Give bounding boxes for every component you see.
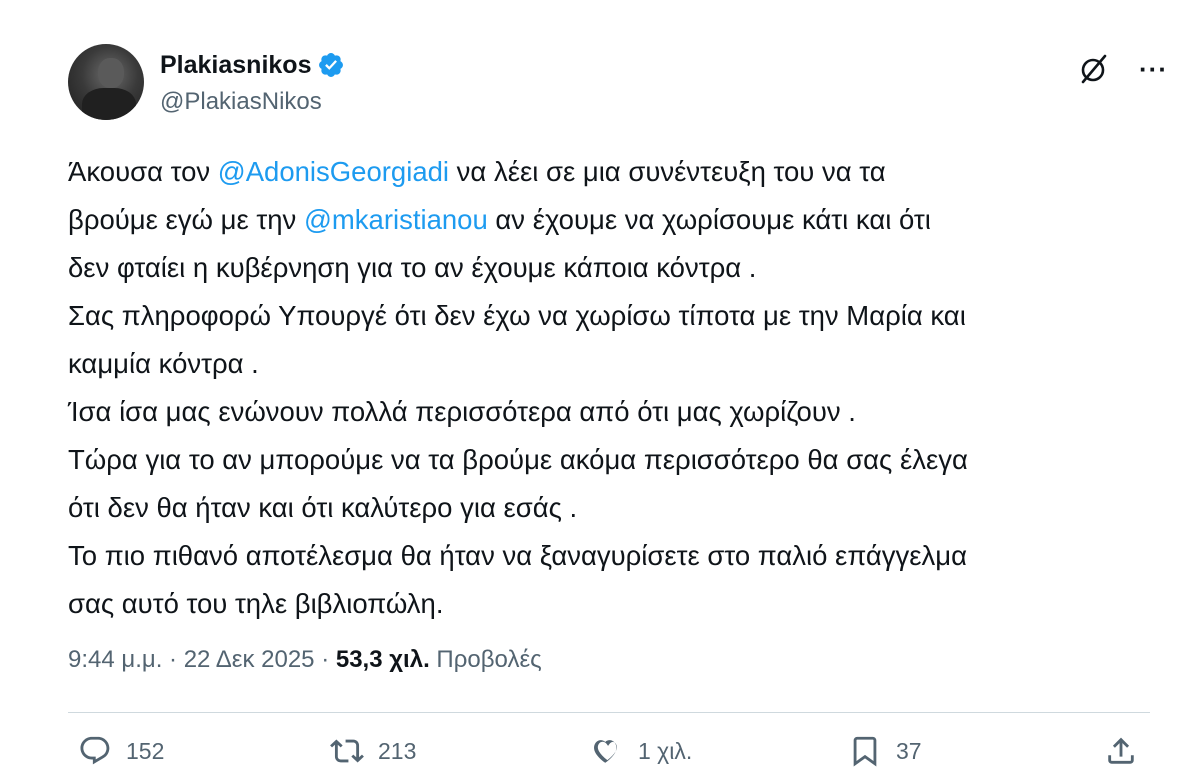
author-names: Plakiasnikos @PlakiasNikos [160,50,345,116]
repost-icon [330,739,364,763]
tweet-line: βρούμε εγώ με την @mkaristianou αν έχουμ… [68,204,931,235]
display-name[interactable]: Plakiasnikos [160,51,311,80]
tweet-line: Το πιο πιθανό αποτέλεσμα θα ήταν να ξανα… [68,540,968,571]
tweet-line: ότι δεν θα ήταν και ότι καλύτερο για εσά… [68,492,578,523]
grok-icon[interactable] [1077,52,1111,86]
avatar[interactable] [68,44,144,120]
repost-count: 213 [378,737,417,764]
repost-button[interactable]: 213 [330,734,416,768]
tweet-date[interactable]: 22 Δεκ 2025 [184,646,315,673]
reply-count: 152 [126,737,165,764]
tweet-line: Σας πληροφορώ Υπουργέ ότι δεν έχω να χωρ… [68,300,966,331]
tweet-text: Άκουσα τον @AdonisGeorgiadi να λέει σε μ… [68,148,1158,628]
tweet-line: καμμία κόντρα . [68,348,259,379]
like-button[interactable]: 1 χιλ. [590,734,692,768]
mention-link[interactable]: @mkaristianou [304,204,488,235]
views-count: 53,3 χιλ. [335,646,430,673]
tweet-time[interactable]: 9:44 μ.μ. [68,646,162,673]
tweet-card: Plakiasnikos @PlakiasNikos ··· Άκουσα το… [0,0,1200,768]
tweet-line: Τώρα για το αν μπορούμε να τα βρούμε ακό… [68,444,968,475]
reply-button[interactable]: 152 [78,734,164,768]
bookmark-count: 37 [896,737,922,764]
action-bar: 152 213 1 χιλ. 37 [68,734,1158,768]
views-label: Προβολές [436,646,542,673]
user-handle[interactable]: @PlakiasNikos [160,88,345,116]
tweet-header: Plakiasnikos @PlakiasNikos ··· [68,44,1168,124]
more-options-icon[interactable]: ··· [1139,56,1168,82]
header-actions: ··· [1077,52,1168,86]
verified-badge-icon [319,53,344,77]
tweet-line: Άκουσα τον @AdonisGeorgiadi να λέει σε μ… [68,156,886,187]
tweet-line: δεν φταίει η κυβέρνηση για το αν έχουμε … [68,252,757,283]
tweet-line: Ίσα ίσα μας ενώνουν πολλά περισσότερα απ… [68,396,856,427]
tweet-line: σας αυτό του τηλε βιβλιοπώλη. [68,588,444,619]
bookmark-button[interactable]: 37 [848,734,922,768]
share-button[interactable] [1104,734,1138,768]
mention-link[interactable]: @AdonisGeorgiadi [218,156,449,187]
like-count: 1 χιλ. [638,737,693,764]
tweet-meta: 9:44 μ.μ. · 22 Δεκ 2025 · 53,3 χιλ. Προβ… [68,646,542,673]
reply-icon [80,736,110,765]
heart-icon [594,740,617,763]
bookmark-icon [853,736,877,767]
divider [68,712,1150,713]
share-icon [1108,737,1134,764]
